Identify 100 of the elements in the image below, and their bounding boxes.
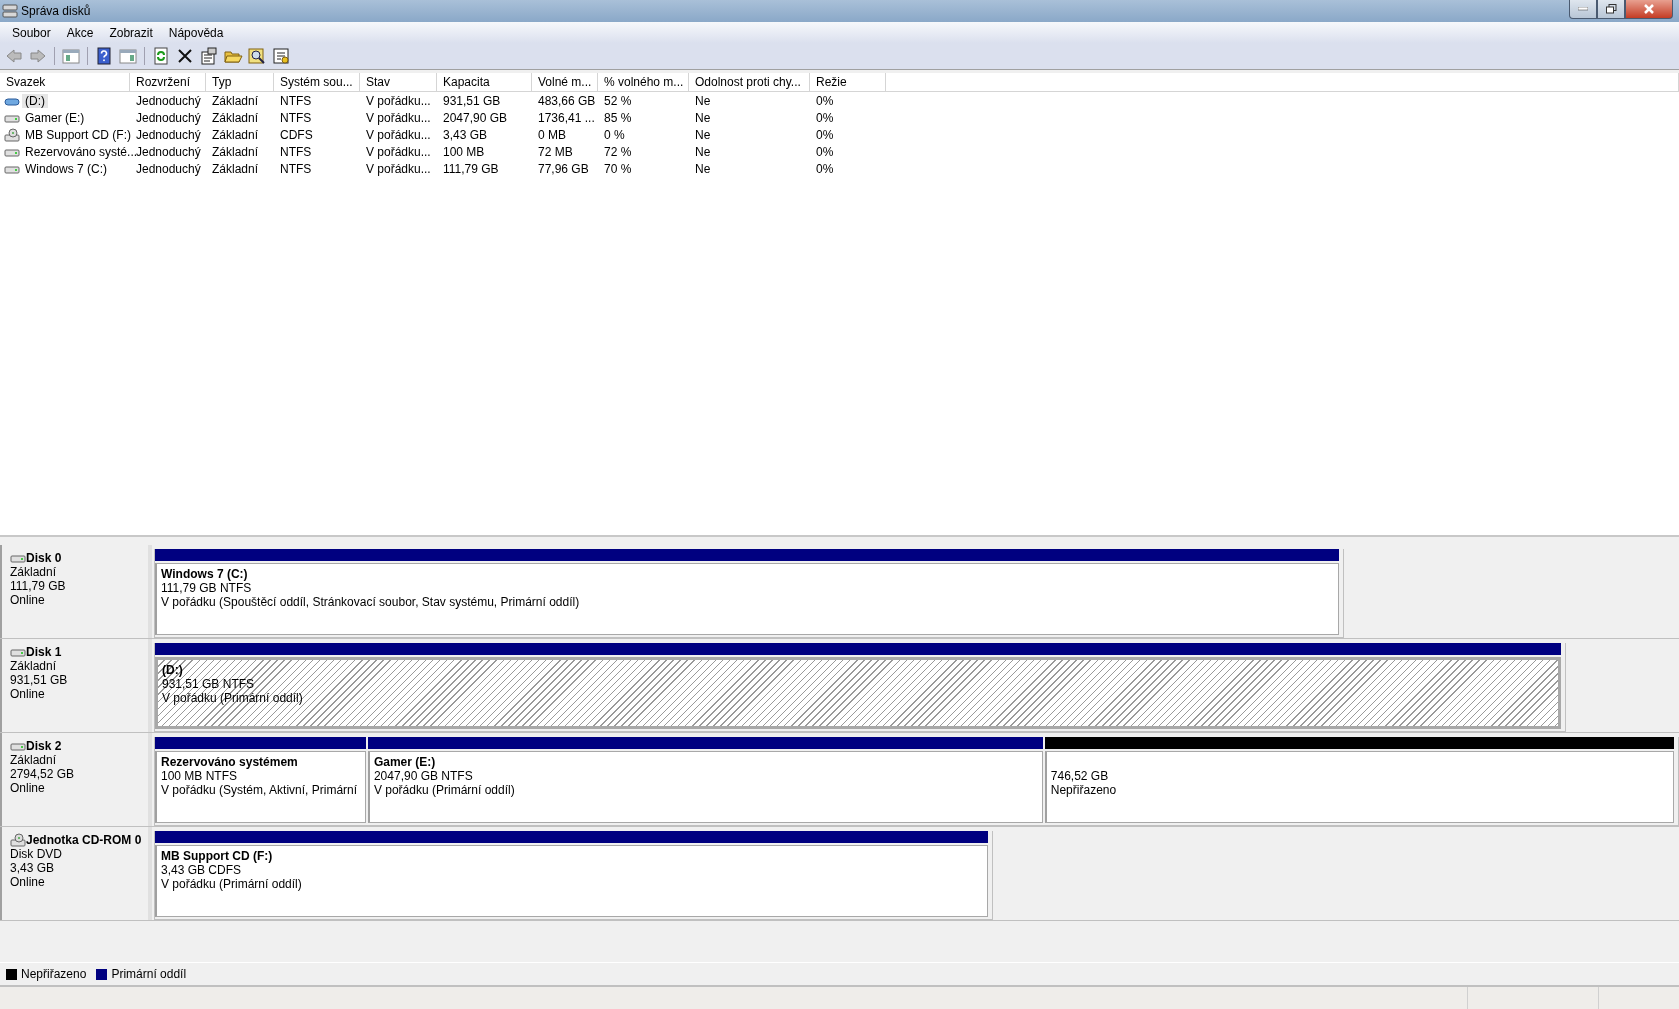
close-button[interactable]	[1625, 0, 1673, 19]
table-cell-text: 72 %	[603, 144, 633, 159]
table-cell-text: Ne	[694, 161, 712, 176]
table-cell-text: 3,43 GB	[442, 127, 489, 142]
legend-label: Nepřiřazeno	[21, 967, 87, 981]
table-cell-text: NTFS	[279, 93, 313, 108]
table-cell-text: Ne	[694, 93, 712, 108]
table-cell-text: Základní	[211, 144, 260, 159]
disk-detail: 931,51 GB	[10, 673, 69, 687]
table-cell-text: V pořádku...	[365, 144, 432, 159]
table-cell-text: V pořádku...	[365, 127, 432, 142]
cd-drive-icon	[10, 833, 26, 847]
column-header[interactable]: Rozvržení	[130, 73, 206, 91]
disk-detail: 111,79 GB	[10, 579, 67, 593]
disk-detail: 3,43 GB	[10, 861, 56, 875]
partition-size: 2047,90 GB NTFS	[373, 769, 474, 783]
column-header[interactable]: Systém sou...	[274, 73, 360, 91]
table-cell-text: Ne	[694, 110, 712, 125]
table-cell-text: Ne	[694, 144, 712, 159]
disk-detail: Online	[10, 687, 46, 701]
table-cell-text: 72 MB	[537, 144, 574, 159]
volume-name[interactable]: Windows 7 (C:)	[22, 161, 110, 176]
refresh-icon[interactable]	[151, 46, 171, 66]
partition-name: Windows 7 (C:)	[161, 567, 249, 581]
table-cell-text: 0%	[815, 93, 835, 108]
table-cell-text: 483,66 GB	[537, 93, 597, 108]
disk-management-icon	[2, 4, 18, 18]
table-cell-text: Základní	[211, 93, 260, 108]
menu-item[interactable]: Nápověda	[160, 23, 232, 42]
partition-name: (D:)	[162, 663, 184, 677]
table-cell-text: 931,51 GB	[442, 93, 502, 108]
table-cell-text: 0%	[815, 110, 835, 125]
table-cell-text: 2047,90 GB	[442, 110, 509, 125]
partition-name: Rezervováno systémem	[161, 755, 299, 769]
search-icon[interactable]	[247, 46, 267, 66]
disk-name: Disk 0	[26, 551, 62, 565]
partition-size: 931,51 GB NTFS	[162, 677, 256, 691]
partition-name: MB Support CD (F:)	[161, 849, 274, 863]
disk-detail: Online	[10, 593, 46, 607]
disk-name: Jednotka CD-ROM 0	[26, 833, 142, 847]
partition-size: 746,52 GB	[1050, 769, 1110, 783]
menu-item[interactable]: Zobrazit	[101, 23, 161, 42]
restore-button[interactable]	[1597, 0, 1625, 19]
menu-item[interactable]: Soubor	[4, 23, 59, 42]
partition-status: V pořádku (Spouštěcí oddíl, Stránkovací soubor, Stav systému, Primární oddíl)	[161, 595, 581, 609]
table-cell-text: 70 %	[603, 161, 633, 176]
properties-icon[interactable]	[199, 46, 219, 66]
volume-name[interactable]: Gamer (E:)	[22, 110, 88, 125]
disk-detail: Základní	[10, 659, 58, 673]
close-icon	[1643, 4, 1655, 14]
table-cell-text: Základní	[211, 161, 260, 176]
column-header[interactable]: Kapacita	[437, 73, 532, 91]
table-cell-text: NTFS	[279, 110, 313, 125]
column-header[interactable]: % volného m...	[598, 73, 689, 91]
partition-status: Nepřiřazeno	[1050, 783, 1118, 797]
minimize-button[interactable]	[1569, 0, 1597, 19]
disk-detail: Online	[10, 781, 46, 795]
volume-name[interactable]: (D:)	[22, 93, 48, 108]
disk-detail: Základní	[10, 565, 58, 579]
table-cell-text: Ne	[694, 127, 712, 142]
volume-name[interactable]: MB Support CD (F:)	[22, 127, 135, 142]
table-cell-text: NTFS	[279, 144, 313, 159]
legend-label: Primární oddíl	[111, 967, 187, 981]
column-header[interactable]: Typ	[206, 73, 274, 91]
restore-icon	[1605, 4, 1617, 14]
table-cell-text: 100 MB	[442, 144, 486, 159]
table-cell-text: 77,96 GB	[537, 161, 590, 176]
partition-size: 3,43 GB CDFS	[161, 863, 243, 877]
disk-detail: 2794,52 GB	[10, 767, 76, 781]
table-cell-text: NTFS	[279, 161, 313, 176]
disk-name: Disk 2	[26, 739, 62, 753]
partition-status: V pořádku (Primární oddíl)	[162, 691, 304, 705]
column-header[interactable]: Svazek	[0, 73, 130, 91]
table-cell-text: 0%	[815, 127, 835, 142]
window-title: Správa disků	[21, 4, 92, 18]
table-cell-text: 0 %	[603, 127, 626, 142]
menu-item[interactable]: Akce	[58, 23, 102, 42]
partition-status: V pořádku (Systém, Aktivní, Primární	[161, 783, 359, 797]
table-cell-text: CDFS	[279, 127, 314, 142]
console-tree-icon[interactable]	[61, 46, 81, 66]
help-icon[interactable]	[94, 46, 114, 66]
partition-status: V pořádku (Primární oddíl)	[161, 877, 303, 891]
table-cell-text: Základní	[211, 127, 260, 142]
table-cell-text: V pořádku...	[365, 110, 432, 125]
disk-detail: Disk DVD	[10, 847, 63, 861]
disk-detail: Základní	[10, 753, 58, 767]
table-cell-text: 1736,41 ...	[537, 110, 596, 125]
table-cell-text: 0 MB	[537, 127, 567, 142]
table-cell-text: Jednoduchý	[135, 161, 202, 176]
column-header[interactable]: Volné m...	[532, 73, 598, 91]
partition-name: Gamer (E:)	[373, 755, 437, 769]
column-header[interactable]: Režie	[810, 73, 886, 91]
table-cell-text: 111,79 GB	[442, 161, 500, 176]
column-header[interactable]: Odolnost proti chy...	[689, 73, 810, 91]
table-cell-text: 85 %	[603, 110, 633, 125]
table-cell-text: 0%	[815, 144, 835, 159]
disk-detail: Online	[10, 875, 46, 889]
settings-icon[interactable]	[271, 46, 291, 66]
column-header[interactable]: Stav	[360, 73, 437, 91]
partition-status: V pořádku (Primární oddíl)	[373, 783, 516, 797]
